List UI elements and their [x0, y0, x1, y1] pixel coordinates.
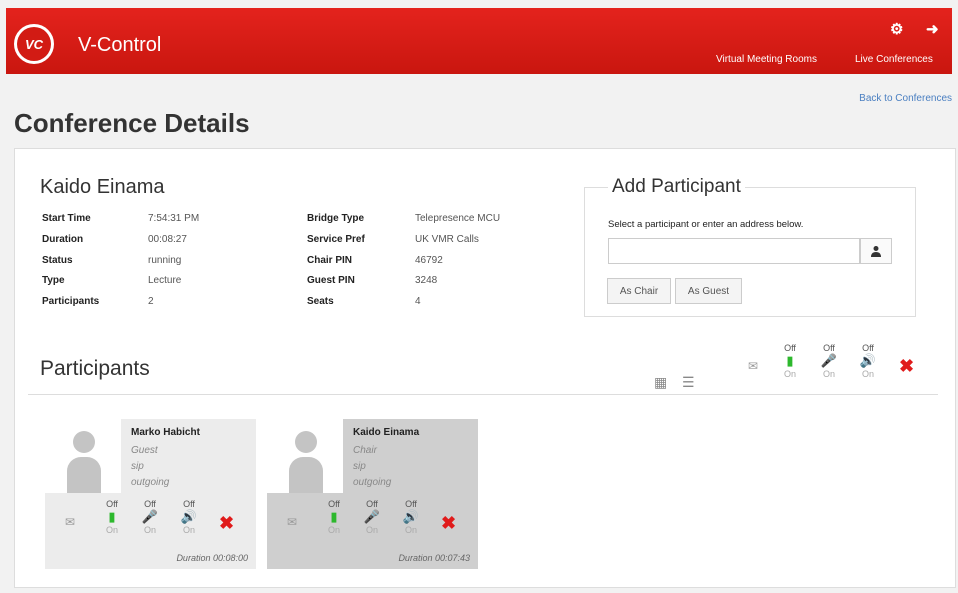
participant-card[interactable]: Kaido Einama Chair sip outgoing ✉ Off ▮ … [267, 419, 478, 569]
microphone-icon: 🎤 [820, 353, 838, 368]
speaker-icon: 🔊 [402, 509, 420, 524]
video-toggle[interactable]: Off ▮ On [101, 499, 123, 535]
chat-icon[interactable]: ✉ [748, 359, 758, 373]
chat-icon[interactable]: ✉ [65, 515, 75, 529]
vc-logo[interactable]: VC [14, 24, 54, 64]
disconnect-icon[interactable]: ✖ [441, 513, 456, 534]
disconnect-all-icon[interactable]: ✖ [899, 356, 914, 377]
avatar [45, 419, 121, 493]
nav-virtual-meeting-rooms[interactable]: Virtual Meeting Rooms [716, 54, 817, 65]
speaker-toggle[interactable]: Off 🔊 On [178, 499, 200, 535]
microphone-icon: 🎤 [141, 509, 159, 524]
top-bar: VC V-Control ⚙ ➜ Virtual Meeting Rooms L… [6, 8, 952, 74]
video-toggle-all[interactable]: Off ▮ On [779, 343, 801, 379]
participant-name: Kaido Einama [353, 427, 420, 438]
gear-icon[interactable]: ⚙ [890, 20, 903, 38]
add-participant-hint: Select a participant or enter an address… [608, 219, 804, 230]
chat-icon[interactable]: ✉ [287, 515, 297, 529]
nav-live-conferences[interactable]: Live Conferences [855, 54, 933, 65]
page-title: Conference Details [14, 108, 250, 138]
mic-toggle[interactable]: Off 🎤 On [361, 499, 383, 535]
video-camera-icon: ▮ [786, 353, 794, 368]
participant-duration: Duration 00:08:00 [176, 553, 248, 563]
participant-direction: outgoing [131, 477, 170, 488]
participant-role: Guest [131, 445, 158, 456]
mic-toggle-all[interactable]: Off 🎤 On [818, 343, 840, 379]
grid-view-icon[interactable]: ▦ [654, 374, 667, 391]
speaker-toggle-all[interactable]: Off 🔊 On [857, 343, 879, 379]
logout-icon[interactable]: ➜ [926, 20, 939, 38]
speaker-icon: 🔊 [859, 353, 877, 368]
conference-host-name: Kaido Einama [40, 176, 165, 198]
speaker-toggle[interactable]: Off 🔊 On [400, 499, 422, 535]
mic-toggle[interactable]: Off 🎤 On [139, 499, 161, 535]
participants-title: Participants [40, 357, 150, 380]
participant-direction: outgoing [353, 477, 392, 488]
video-toggle[interactable]: Off ▮ On [323, 499, 345, 535]
logo-text: VC [17, 27, 51, 61]
disconnect-icon[interactable]: ✖ [219, 513, 234, 534]
speaker-icon: 🔊 [180, 509, 198, 524]
person-icon [871, 246, 881, 257]
participants-divider [28, 394, 938, 395]
as-guest-button[interactable]: As Guest [675, 278, 742, 304]
microphone-icon: 🎤 [363, 509, 381, 524]
select-contact-button[interactable] [860, 238, 892, 264]
participant-duration: Duration 00:07:43 [398, 553, 470, 563]
app-title[interactable]: V-Control [78, 34, 161, 57]
participant-protocol: sip [131, 461, 144, 472]
participant-name: Marko Habicht [131, 427, 200, 438]
participant-address-input[interactable] [608, 238, 860, 264]
participant-protocol: sip [353, 461, 366, 472]
video-camera-icon: ▮ [330, 509, 338, 524]
video-camera-icon: ▮ [108, 509, 116, 524]
participant-card[interactable]: Marko Habicht Guest sip outgoing ✉ Off ▮… [45, 419, 256, 569]
avatar [267, 419, 343, 493]
add-participant-title: Add Participant [608, 176, 745, 198]
back-to-conferences-link[interactable]: Back to Conferences [859, 93, 952, 104]
as-chair-button[interactable]: As Chair [607, 278, 671, 304]
list-view-icon[interactable]: ☰ [682, 374, 695, 391]
participant-role: Chair [353, 445, 377, 456]
